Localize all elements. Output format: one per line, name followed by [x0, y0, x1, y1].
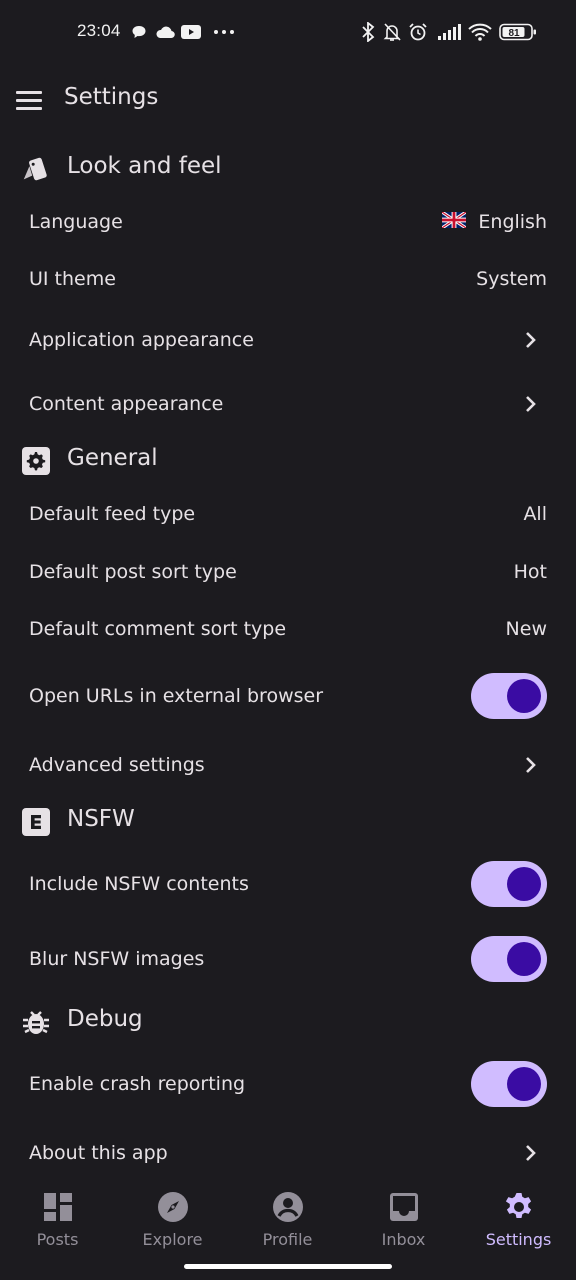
cloud-icon — [154, 22, 176, 42]
section-title: Debug — [67, 1006, 143, 1032]
gear-icon — [505, 1193, 531, 1218]
crash-reporting-toggle[interactable] — [471, 1061, 547, 1107]
include-nsfw-row[interactable]: Include NSFW contents — [0, 856, 576, 912]
row-label: Enable crash reporting — [29, 1073, 246, 1095]
blur-nsfw-toggle[interactable] — [471, 936, 547, 982]
home-indicator[interactable] — [184, 1264, 392, 1269]
language-row[interactable]: Language English — [0, 194, 576, 250]
advanced-settings-row[interactable]: Advanced settings — [0, 737, 576, 793]
wifi-icon — [466, 22, 494, 42]
gear-box-icon — [20, 445, 52, 477]
nav-profile[interactable]: Profile — [230, 1176, 345, 1256]
row-label: Application appearance — [29, 329, 254, 351]
row-value: System — [476, 268, 547, 290]
include-nsfw-toggle[interactable] — [471, 861, 547, 907]
section-nsfw: NSFW — [0, 797, 576, 845]
row-label: Default post sort type — [29, 561, 237, 583]
ui-theme-row[interactable]: UI theme System — [0, 251, 576, 307]
compass-icon — [157, 1192, 188, 1222]
open-urls-external-toggle[interactable] — [471, 673, 547, 719]
bell-off-icon — [381, 22, 403, 42]
account-circle-icon — [272, 1192, 303, 1222]
row-label: About this app — [29, 1142, 168, 1164]
row-label: Include NSFW contents — [29, 873, 249, 895]
toggle-knob — [507, 867, 541, 901]
about-app-row[interactable]: About this app — [0, 1125, 576, 1181]
open-urls-external-row[interactable]: Open URLs in external browser — [0, 668, 576, 724]
row-label: Language — [29, 211, 123, 233]
row-label: Default feed type — [29, 503, 196, 525]
nav-label: Inbox — [381, 1230, 426, 1249]
inbox-icon — [389, 1193, 418, 1221]
uk-flag-icon — [441, 210, 468, 233]
nav-label: Profile — [262, 1230, 313, 1249]
status-time: 23:04 — [77, 21, 121, 40]
hamburger-menu-icon[interactable] — [14, 88, 44, 112]
palette-cards-icon — [20, 153, 52, 185]
chevron-right-icon — [526, 1145, 536, 1161]
toggle-knob — [507, 679, 541, 713]
nav-posts[interactable]: Posts — [0, 1176, 115, 1256]
content-appearance-row[interactable]: Content appearance — [0, 376, 576, 432]
nav-label: Posts — [36, 1230, 79, 1249]
chat-bubble-icon — [130, 22, 148, 42]
bluetooth-icon — [359, 22, 377, 42]
crash-reporting-row[interactable]: Enable crash reporting — [0, 1056, 576, 1112]
section-title: Look and feel — [67, 153, 222, 179]
row-value: English — [478, 211, 547, 233]
section-title: General — [67, 445, 158, 471]
row-label: Open URLs in external browser — [29, 685, 324, 707]
chevron-right-icon — [526, 332, 536, 348]
language-value: English — [441, 210, 547, 233]
more-dots-icon — [212, 22, 236, 42]
default-feed-type-row[interactable]: Default feed type All — [0, 486, 576, 542]
row-label: Blur NSFW images — [29, 948, 205, 970]
nav-label: Settings — [485, 1230, 552, 1249]
toggle-knob — [507, 942, 541, 976]
row-value: New — [505, 618, 547, 640]
explicit-icon — [20, 806, 52, 838]
default-post-sort-row[interactable]: Default post sort type Hot — [0, 544, 576, 600]
signal-icon — [436, 22, 462, 42]
bug-icon — [20, 1006, 52, 1038]
page-title: Settings — [64, 84, 159, 110]
row-value: All — [523, 503, 547, 525]
chevron-right-icon — [526, 396, 536, 412]
status-bar: 23:04 81 — [0, 0, 576, 64]
application-appearance-row[interactable]: Application appearance — [0, 312, 576, 368]
section-title: NSFW — [67, 806, 135, 832]
section-debug: Debug — [0, 997, 576, 1045]
row-label: Default comment sort type — [29, 618, 287, 640]
bottom-navigation: Posts Explore Profile Inbox Settings — [0, 1176, 576, 1280]
nav-explore[interactable]: Explore — [115, 1176, 230, 1256]
section-look-and-feel: Look and feel — [0, 144, 576, 192]
dashboard-icon — [43, 1193, 72, 1221]
battery-icon: 81 — [498, 22, 538, 42]
toggle-knob — [507, 1067, 541, 1101]
row-label: Advanced settings — [29, 754, 205, 776]
blur-nsfw-row[interactable]: Blur NSFW images — [0, 931, 576, 987]
battery-level: 81 — [508, 28, 520, 39]
row-label: UI theme — [29, 268, 116, 290]
alarm-icon — [407, 22, 429, 42]
row-label: Content appearance — [29, 393, 224, 415]
row-value: Hot — [513, 561, 547, 583]
youtube-icon — [180, 22, 202, 42]
nav-inbox[interactable]: Inbox — [346, 1176, 461, 1256]
chevron-right-icon — [526, 757, 536, 773]
app-bar: Settings — [0, 72, 576, 128]
section-general: General — [0, 436, 576, 484]
nav-settings[interactable]: Settings — [461, 1176, 576, 1256]
default-comment-sort-row[interactable]: Default comment sort type New — [0, 601, 576, 657]
nav-label: Explore — [142, 1230, 203, 1249]
